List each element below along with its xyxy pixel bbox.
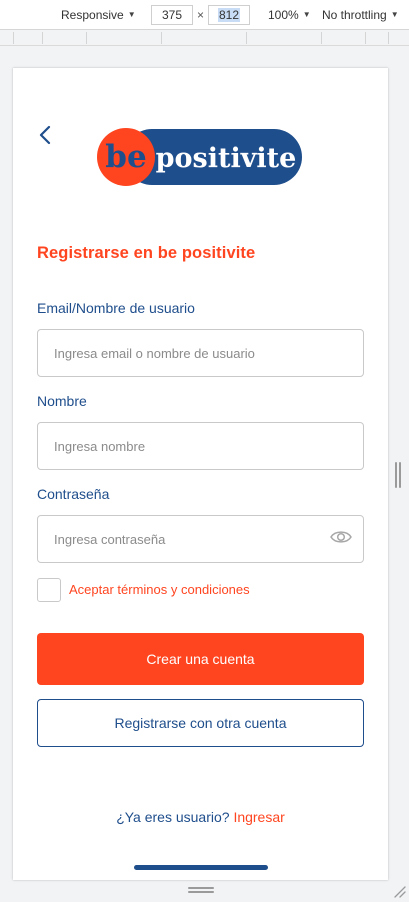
- page-title: Registrarse en be positivite: [37, 244, 256, 262]
- ruler-tick: [13, 32, 14, 44]
- zoom-select-label: 100%: [268, 7, 299, 22]
- device-viewport: be positivite Registrarse en be positivi…: [13, 68, 388, 880]
- email-field[interactable]: [37, 329, 364, 377]
- ruler-tick: [86, 32, 87, 44]
- name-field[interactable]: [37, 422, 364, 470]
- back-button[interactable]: [35, 124, 57, 146]
- throttling-select-label: No throttling: [322, 7, 387, 22]
- media-query-ruler: [0, 30, 409, 46]
- resize-handle-bottom[interactable]: [188, 887, 214, 893]
- name-label: Nombre: [37, 393, 87, 409]
- ruler-tick: [161, 32, 162, 44]
- login-link[interactable]: Ingresar: [233, 809, 284, 825]
- logo-positivite-text: positivite: [156, 143, 297, 174]
- be-positivite-logo: be positivite: [97, 128, 302, 186]
- times-separator: ×: [197, 8, 205, 22]
- dimensions-group: 375 × 812: [151, 5, 251, 25]
- terms-checkbox[interactable]: [37, 578, 61, 602]
- eye-icon: [330, 531, 352, 543]
- brand-logo: be positivite: [96, 127, 304, 187]
- throttling-select[interactable]: No throttling ▼: [322, 8, 399, 22]
- device-select-label: Responsive: [61, 7, 124, 22]
- toggle-password-visibility[interactable]: [329, 527, 353, 547]
- chevron-down-icon: ▼: [302, 10, 311, 19]
- device-select[interactable]: Responsive ▼: [61, 8, 136, 22]
- width-input[interactable]: 375: [151, 5, 193, 25]
- password-label: Contraseña: [37, 486, 110, 502]
- height-value: 812: [218, 8, 241, 22]
- devtools-device-toolbar: Responsive ▼ 375 × 812 100% ▼ No throttl…: [0, 0, 409, 30]
- resize-handle-right[interactable]: [395, 462, 401, 488]
- zoom-select[interactable]: 100% ▼: [268, 8, 311, 22]
- ruler-tick: [321, 32, 322, 44]
- terms-label[interactable]: Aceptar términos y condiciones: [69, 582, 250, 597]
- email-label: Email/Nombre de usuario: [37, 300, 195, 316]
- login-prompt: ¿Ya eres usuario? Ingresar: [13, 809, 388, 825]
- resize-corner-grip-icon[interactable]: [392, 884, 406, 898]
- width-value: 375: [161, 8, 183, 22]
- register-other-account-button[interactable]: Registrarse con otra cuenta: [37, 699, 364, 747]
- ruler-tick: [388, 32, 389, 44]
- home-indicator: [134, 865, 268, 870]
- ruler-tick: [246, 32, 247, 44]
- chevron-left-icon: [39, 125, 51, 145]
- chevron-down-icon: ▼: [127, 10, 136, 19]
- chevron-down-icon: ▼: [390, 10, 399, 19]
- ruler-tick: [365, 32, 366, 44]
- ruler-tick: [42, 32, 43, 44]
- create-account-button[interactable]: Crear una cuenta: [37, 633, 364, 685]
- password-field[interactable]: [37, 515, 364, 563]
- height-input[interactable]: 812: [208, 5, 251, 25]
- login-question: ¿Ya eres usuario?: [116, 809, 230, 825]
- logo-be-text: be: [105, 139, 146, 175]
